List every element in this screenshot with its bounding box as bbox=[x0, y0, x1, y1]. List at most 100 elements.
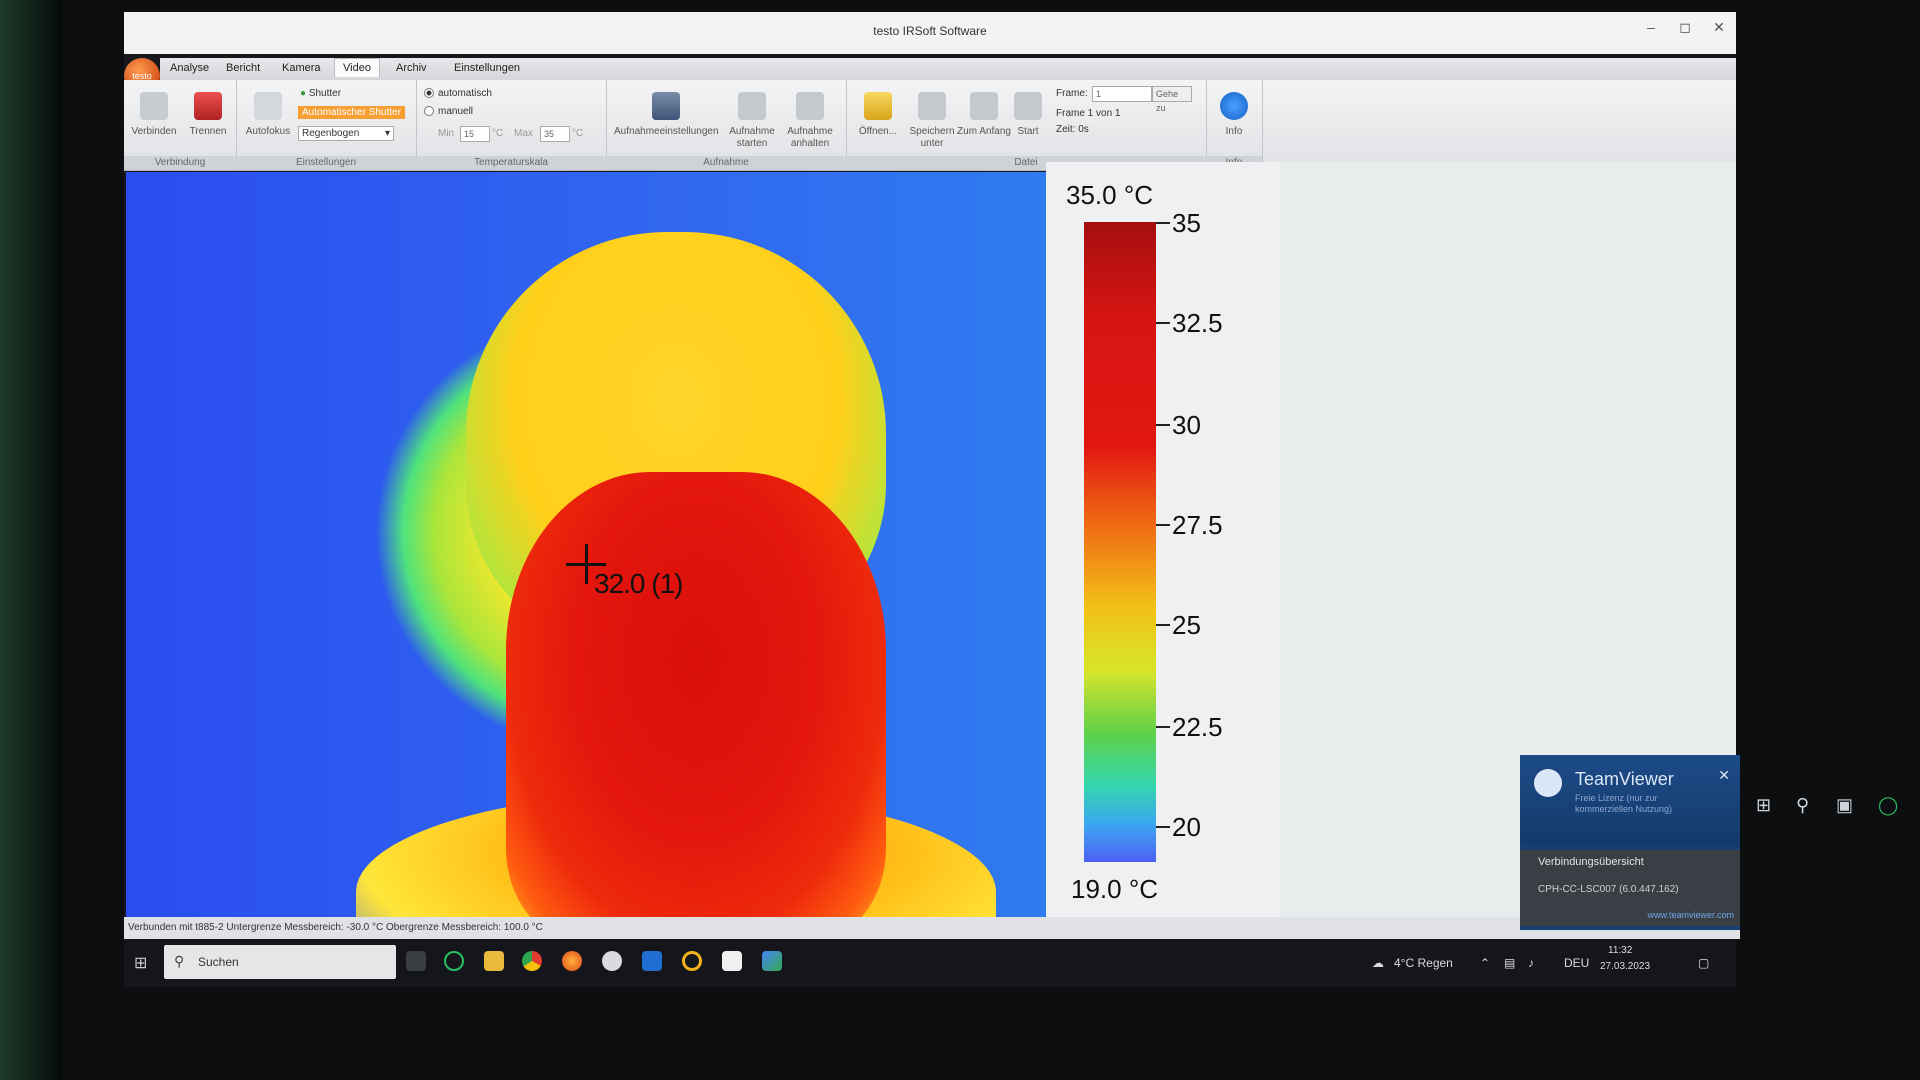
shutter-button[interactable]: ● Shutter bbox=[300, 88, 341, 99]
plug-icon bbox=[140, 92, 168, 120]
tab-video[interactable]: Video bbox=[334, 58, 380, 77]
notification-icon[interactable]: ▢ bbox=[1698, 956, 1709, 970]
shutter-label: Shutter bbox=[308, 88, 342, 99]
tab-kamera[interactable]: Kamera bbox=[282, 62, 321, 74]
chrome-icon[interactable] bbox=[522, 951, 542, 971]
automatisch-label: automatisch bbox=[438, 88, 492, 99]
scale-tick-label: 22.5 bbox=[1172, 712, 1223, 742]
windows-icon[interactable]: ⊞ bbox=[1756, 795, 1771, 816]
frame-stepper[interactable]: 1 bbox=[1092, 86, 1152, 102]
window-titlebar: testo IRSoft Software – ◻ ✕ bbox=[124, 12, 1736, 54]
teamviewer-link[interactable]: www.teamviewer.com bbox=[1647, 910, 1734, 920]
folder-open-icon bbox=[864, 92, 892, 120]
min-unit: °C bbox=[492, 128, 504, 139]
radio-automatisch[interactable]: automatisch bbox=[424, 88, 492, 99]
group-label-temperaturskala: Temperaturskala bbox=[416, 156, 606, 170]
zeit-info: Zeit: 0s bbox=[1056, 124, 1089, 135]
max-unit: °C bbox=[572, 128, 584, 139]
tab-archiv[interactable]: Archiv bbox=[396, 62, 427, 74]
gehe-zu-button[interactable]: Gehe zu bbox=[1152, 86, 1192, 113]
group-datei: Öffnen... Speichern unter Zum Anfang Sta… bbox=[846, 80, 1207, 170]
camera-settings-icon bbox=[652, 92, 680, 120]
chevron-down-icon: ▾ bbox=[384, 128, 390, 139]
teamviewer-task-icon[interactable] bbox=[642, 951, 662, 971]
manuell-label: manuell bbox=[438, 106, 474, 117]
tab-analyse[interactable]: Analyse bbox=[170, 62, 209, 74]
taskbar-search[interactable]: ⚲ Suchen bbox=[164, 945, 396, 979]
aufnahme-anhalten-button[interactable]: Aufnahme anhalten bbox=[782, 92, 838, 150]
speaker-icon[interactable]: ♪ bbox=[1528, 956, 1534, 970]
frame-label: Frame: bbox=[1056, 88, 1088, 99]
minimize-button[interactable]: – bbox=[1634, 16, 1668, 38]
teamviewer-close-icon[interactable]: ✕ bbox=[1718, 767, 1730, 784]
language-indicator[interactable]: DEU bbox=[1564, 956, 1589, 970]
disconnect-icon bbox=[194, 92, 222, 120]
clock-time[interactable]: 11:32 bbox=[1608, 945, 1632, 956]
group-label-aufnahme: Aufnahme bbox=[606, 156, 846, 170]
palette-select[interactable]: Regenbogen ▾ bbox=[298, 126, 394, 141]
verbinden-button[interactable]: Verbinden bbox=[126, 92, 182, 138]
tray-chevron-icon[interactable]: ⌃ bbox=[1480, 956, 1490, 970]
aufnahmeeinstellungen-button[interactable]: Aufnahmeeinstellungen bbox=[614, 92, 719, 138]
scale-max-label: 35.0 °C bbox=[1066, 180, 1154, 210]
connections-heading[interactable]: Verbindungsübersicht bbox=[1538, 856, 1644, 868]
zum-anfang-button[interactable]: Zum Anfang bbox=[956, 92, 1012, 138]
trennen-button[interactable]: Trennen bbox=[180, 92, 236, 138]
maps-icon[interactable] bbox=[762, 951, 782, 971]
network-icon[interactable]: ▤ bbox=[1504, 956, 1515, 970]
save-icon bbox=[918, 92, 946, 120]
tab-einstellungen[interactable]: Einstellungen bbox=[454, 62, 520, 74]
weather-text[interactable]: 4°C Regen bbox=[1394, 956, 1453, 970]
notepad-icon[interactable] bbox=[722, 951, 742, 971]
teamviewer-subtitle: Freie Lizenz (nur zur kommerziellen Nutz… bbox=[1575, 793, 1673, 814]
scale-tick bbox=[1156, 726, 1170, 728]
windows-start-icon[interactable]: ⊞ bbox=[134, 953, 147, 973]
connection-row[interactable]: CPH-CC-LSC007 (6.0.447.162) bbox=[1538, 884, 1679, 895]
info-button[interactable]: Info bbox=[1206, 92, 1262, 138]
rewind-icon bbox=[970, 92, 998, 120]
speichern-button[interactable]: Speichern unter bbox=[904, 92, 960, 150]
stop-record-icon bbox=[796, 92, 824, 120]
taskbar: ⊞ ⚲ Suchen ☁ 4°C Regen ⌃ ▤ ♪ DEU 11:32 2… bbox=[124, 939, 1736, 987]
teamviewer-logo-icon bbox=[1534, 769, 1562, 797]
scale-tick-label: 30 bbox=[1172, 410, 1201, 440]
aufnahme-anhalten-label: Aufnahme anhalten bbox=[787, 126, 833, 149]
aufnahme-starten-button[interactable]: Aufnahme starten bbox=[724, 92, 780, 150]
color-scale-bar bbox=[1084, 222, 1156, 862]
scale-tick bbox=[1156, 524, 1170, 526]
palette-value: Regenbogen bbox=[302, 128, 360, 139]
scale-tick bbox=[1156, 222, 1170, 224]
settings-gear-icon[interactable] bbox=[602, 951, 622, 971]
scale-tick-label: 27.5 bbox=[1172, 510, 1223, 540]
auto-shutter-button[interactable]: Automatischer Shutter bbox=[298, 106, 405, 119]
task-view-icon[interactable] bbox=[406, 951, 426, 971]
menu-tabs: Analyse Bericht Kamera Video Archiv Eins… bbox=[160, 58, 1736, 80]
oeffnen-button[interactable]: Öffnen... bbox=[850, 92, 906, 138]
search-placeholder: Suchen bbox=[198, 955, 239, 969]
ribbon: Verbinden Trennen Verbindung Autofokus ●… bbox=[124, 80, 1736, 171]
screen: testo IRSoft Software – ◻ ✕ testo Analys… bbox=[124, 12, 1740, 987]
maximize-button[interactable]: ◻ bbox=[1668, 16, 1702, 38]
power-app-icon[interactable] bbox=[444, 951, 464, 971]
min-stepper[interactable]: 15 bbox=[460, 126, 490, 142]
app-ring-icon[interactable] bbox=[682, 951, 702, 971]
file-explorer-icon[interactable] bbox=[484, 951, 504, 971]
clock-date[interactable]: 27.03.2023 bbox=[1600, 961, 1650, 972]
auto-shutter-label: Automatischer Shutter bbox=[302, 107, 401, 118]
autofokus-button[interactable]: Autofokus bbox=[240, 92, 296, 138]
firefox-icon[interactable] bbox=[562, 951, 582, 971]
search-icon[interactable]: ⚲ bbox=[1796, 795, 1809, 816]
window-title: testo IRSoft Software bbox=[873, 24, 987, 38]
group-info: Info Info bbox=[1206, 80, 1263, 170]
group-einstellungen: Autofokus ● Shutter Automatischer Shutte… bbox=[236, 80, 417, 170]
thermal-image[interactable]: 32.0 (1) bbox=[126, 172, 1046, 917]
power-app-icon[interactable]: ◯ bbox=[1878, 795, 1898, 816]
teamviewer-header: TeamViewer Freie Lizenz (nur zur kommerz… bbox=[1520, 755, 1740, 845]
max-stepper[interactable]: 35 bbox=[540, 126, 570, 142]
start-button[interactable]: Start bbox=[1006, 92, 1050, 138]
speichern-label: Speichern unter bbox=[909, 126, 955, 149]
radio-manuell[interactable]: manuell bbox=[424, 106, 473, 117]
tab-bericht[interactable]: Bericht bbox=[226, 62, 260, 74]
close-button[interactable]: ✕ bbox=[1702, 16, 1736, 38]
task-view-icon[interactable]: ▣ bbox=[1836, 795, 1853, 816]
